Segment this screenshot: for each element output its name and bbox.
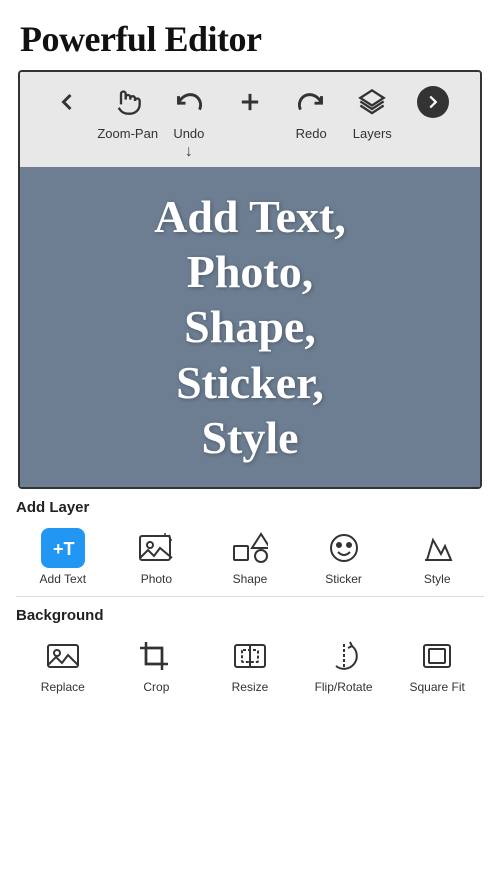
crop-icon — [134, 636, 178, 676]
redo-label: Redo — [296, 126, 327, 141]
add-layer-items: +T Add Text Photo — [16, 524, 484, 590]
resize-icon — [228, 636, 272, 676]
style-icon — [415, 528, 459, 568]
sticker-icon — [322, 528, 366, 568]
next-icon[interactable] — [417, 86, 449, 118]
svg-text:+T: +T — [53, 539, 75, 559]
add-layer-section: Add Layer +T Add Text — [0, 489, 500, 596]
back-arrow-icon[interactable] — [51, 86, 83, 118]
style-button[interactable]: Style — [390, 524, 484, 590]
add-layer-title: Add Layer — [16, 499, 484, 516]
photo-button[interactable]: Photo — [110, 524, 204, 590]
sticker-button[interactable]: Sticker — [297, 524, 391, 590]
style-label: Style — [424, 572, 451, 586]
square-fit-button[interactable]: Square Fit — [390, 632, 484, 698]
layers-label: Layers — [353, 126, 392, 141]
background-title: Background — [16, 607, 484, 624]
add-text-button[interactable]: +T Add Text — [16, 524, 110, 590]
shape-label: Shape — [233, 572, 268, 586]
flip-rotate-label: Flip/Rotate — [315, 680, 373, 694]
shape-button[interactable]: Shape — [203, 524, 297, 590]
flip-rotate-icon — [322, 636, 366, 676]
flip-rotate-button[interactable]: Flip/Rotate — [297, 632, 391, 698]
add-text-icon: +T — [41, 528, 85, 568]
layers-icon[interactable] — [356, 86, 388, 118]
replace-label: Replace — [41, 680, 85, 694]
photo-label: Photo — [141, 572, 172, 586]
editor-frame: Zoom-Pan Undo ↓ Redo Layers Add Text,Pho… — [18, 70, 482, 489]
sticker-label: Sticker — [325, 572, 362, 586]
crop-button[interactable]: Crop — [110, 632, 204, 698]
resize-button[interactable]: Resize — [203, 632, 297, 698]
add-text-label: Add Text — [40, 572, 86, 586]
square-fit-label: Square Fit — [409, 680, 464, 694]
toolbar: Zoom-Pan Undo ↓ Redo Layers — [20, 72, 480, 167]
undo-icon[interactable] — [173, 86, 205, 118]
canvas-area: Add Text,Photo,Shape,Sticker,Style — [20, 167, 480, 487]
toolbar-labels: Zoom-Pan Undo ↓ Redo Layers — [20, 124, 480, 167]
add-layer-icon[interactable] — [234, 86, 266, 118]
zoom-pan-label: Zoom-Pan — [97, 126, 158, 141]
replace-icon — [41, 636, 85, 676]
undo-label: Undo — [173, 126, 204, 141]
toolbar-icons — [20, 80, 480, 124]
background-items: Replace Crop — [16, 632, 484, 698]
redo-icon[interactable] — [295, 86, 327, 118]
page-title: Powerful Editor — [0, 0, 500, 70]
background-section: Background Replace — [0, 597, 500, 704]
canvas-text: Add Text,Photo,Shape,Sticker,Style — [134, 179, 366, 475]
resize-label: Resize — [232, 680, 269, 694]
undo-arrow: ↓ — [185, 143, 193, 161]
page-container: Powerful Editor — [0, 0, 500, 889]
square-fit-icon — [415, 636, 459, 676]
photo-icon — [134, 528, 178, 568]
bottom-panels: Add Layer +T Add Text — [0, 489, 500, 889]
hand-pan-icon[interactable] — [112, 86, 144, 118]
replace-button[interactable]: Replace — [16, 632, 110, 698]
crop-label: Crop — [143, 680, 169, 694]
shape-icon — [228, 528, 272, 568]
